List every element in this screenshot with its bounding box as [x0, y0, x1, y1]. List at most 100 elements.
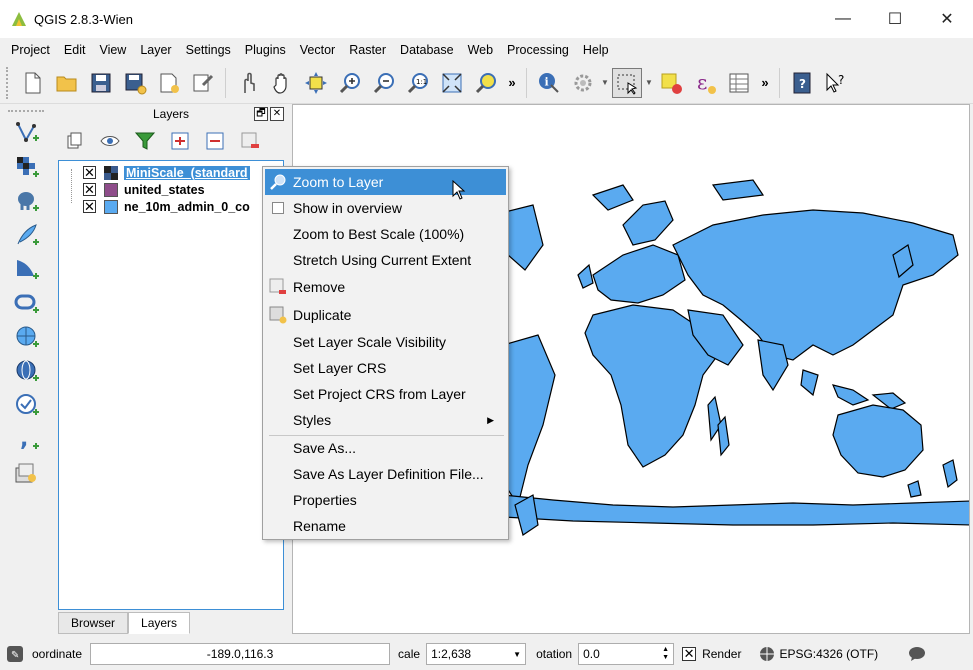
menu-item-zoom-best-scale[interactable]: Zoom to Best Scale (100%)	[265, 221, 506, 247]
layer-row-united-states[interactable]: ✕ united_states	[59, 181, 283, 198]
menu-database[interactable]: Database	[393, 40, 461, 60]
menu-edit[interactable]: Edit	[57, 40, 93, 60]
toolbar-grip[interactable]	[8, 110, 44, 114]
add-postgis-layer-button[interactable]	[12, 186, 42, 216]
add-spatialite-layer-button[interactable]	[12, 220, 42, 250]
add-wms-layer-button[interactable]	[12, 322, 42, 352]
spin-arrows-icon[interactable]: ▲ ▼	[662, 646, 669, 662]
layer-tree[interactable]: ✕ MiniScale_(standard ✕ united_states ✕ …	[58, 160, 284, 610]
composer-manager-icon	[193, 74, 214, 91]
crs-status[interactable]: EPSG:4326 (OTF)	[779, 647, 878, 661]
new-project-button[interactable]	[18, 68, 48, 98]
render-checkbox[interactable]: ✕	[682, 647, 697, 661]
toolbar-more-button[interactable]: »	[503, 75, 521, 90]
toolbar-more-button-2[interactable]: »	[756, 75, 774, 90]
menu-item-stretch-extent[interactable]: Stretch Using Current Extent	[265, 247, 506, 273]
zoom-actual-size-button[interactable]: 1:1	[403, 68, 433, 98]
minimize-button[interactable]: —	[817, 0, 869, 38]
message-log-icon[interactable]	[908, 646, 926, 662]
menu-vector[interactable]: Vector	[293, 40, 342, 60]
pan-to-selection-button[interactable]	[301, 68, 331, 98]
messages-icon[interactable]: ✎	[6, 645, 24, 663]
layer-visibility-checkbox[interactable]: ✕	[83, 166, 96, 179]
menu-layer[interactable]: Layer	[133, 40, 178, 60]
new-layer-button[interactable]	[12, 458, 42, 488]
menu-item-remove[interactable]: Remove	[265, 274, 506, 300]
run-action-button[interactable]	[568, 68, 598, 98]
add-group-button[interactable]	[62, 128, 88, 154]
manage-visibility-button[interactable]	[97, 128, 123, 154]
zoom-out-button[interactable]	[369, 68, 399, 98]
menu-item-properties[interactable]: Properties	[265, 487, 506, 513]
menu-plugins[interactable]: Plugins	[238, 40, 293, 60]
remove-layer-button[interactable]	[237, 128, 263, 154]
menu-item-show-in-overview[interactable]: Show in overview	[265, 195, 506, 221]
layer-context-menu: Zoom to Layer Show in overview Zoom to B…	[262, 166, 509, 540]
zoom-to-selection-button[interactable]	[471, 68, 501, 98]
layer-visibility-checkbox[interactable]: ✕	[83, 200, 96, 213]
menu-item-duplicate[interactable]: Duplicate	[265, 302, 506, 328]
menu-item-scale-visibility[interactable]: Set Layer Scale Visibility	[265, 329, 506, 355]
maximize-button[interactable]: ☐	[869, 0, 921, 38]
menu-item-save-layer-definition[interactable]: Save As Layer Definition File...	[265, 461, 506, 487]
add-oracle-layer-button[interactable]	[12, 288, 42, 318]
menu-raster[interactable]: Raster	[342, 40, 393, 60]
add-mssql-layer-button[interactable]	[12, 254, 42, 284]
menu-item-set-layer-crs[interactable]: Set Layer CRS	[265, 355, 506, 381]
layer-row-ne-admin[interactable]: ✕ ne_10m_admin_0_co	[59, 198, 283, 215]
add-wcs-layer-button[interactable]	[12, 356, 42, 386]
add-wfs-layer-button[interactable]	[12, 390, 42, 420]
zoom-in-button[interactable]	[335, 68, 365, 98]
menu-item-styles[interactable]: Styles ▶	[265, 407, 506, 433]
scale-combobox[interactable]: 1:2,638 ▼	[426, 643, 527, 665]
menu-item-save-as[interactable]: Save As...	[265, 435, 506, 461]
deselect-all-button[interactable]	[656, 68, 686, 98]
toolbar-grip[interactable]	[6, 66, 12, 99]
coordinate-field[interactable]: -189.0,116.3	[90, 643, 391, 665]
save-as-button[interactable]	[120, 68, 150, 98]
whats-this-button[interactable]: ?	[821, 68, 851, 98]
crs-globe-icon[interactable]	[759, 646, 775, 662]
field-calculator-button[interactable]: ε	[690, 68, 720, 98]
attribute-table-button[interactable]	[724, 68, 754, 98]
menu-project[interactable]: Project	[4, 40, 57, 60]
menu-item-label: Zoom to Layer	[293, 174, 384, 190]
save-project-button[interactable]	[86, 68, 116, 98]
float-panel-button[interactable]: 🗗	[254, 107, 268, 121]
help-contents-button[interactable]: ?	[787, 68, 817, 98]
layer-row-miniscale[interactable]: ✕ MiniScale_(standard	[59, 164, 283, 181]
select-features-button[interactable]	[612, 67, 642, 98]
identify-features-button[interactable]: i	[534, 68, 564, 98]
tab-layers[interactable]: Layers	[128, 612, 191, 634]
menu-item-zoom-to-layer[interactable]: Zoom to Layer	[265, 169, 506, 195]
touch-zoom-button[interactable]	[233, 68, 263, 98]
close-window-button[interactable]: ✕	[921, 0, 973, 38]
close-panel-button[interactable]: ✕	[270, 107, 284, 121]
zoom-out-icon	[373, 72, 394, 93]
menu-item-project-crs-from-layer[interactable]: Set Project CRS from Layer	[265, 381, 506, 407]
run-action-dropdown[interactable]: ▼	[600, 68, 610, 98]
menu-settings[interactable]: Settings	[179, 40, 238, 60]
zoom-full-button[interactable]	[437, 68, 467, 98]
collapse-all-button[interactable]	[202, 128, 228, 154]
open-project-button[interactable]	[52, 68, 82, 98]
pan-map-button[interactable]	[267, 68, 297, 98]
tab-browser[interactable]: Browser	[58, 612, 129, 634]
menu-processing[interactable]: Processing	[500, 40, 576, 60]
add-vector-layer-button[interactable]	[12, 118, 42, 148]
filter-legend-button[interactable]	[132, 128, 158, 154]
composer-manager-button[interactable]	[188, 68, 218, 98]
add-delimited-text-layer-button[interactable]: ,	[12, 424, 42, 454]
new-print-composer-button[interactable]	[154, 68, 184, 98]
select-features-dropdown[interactable]: ▼	[644, 68, 654, 98]
menu-help[interactable]: Help	[576, 40, 616, 60]
rotation-spinbox[interactable]: 0.0 ▲ ▼	[578, 643, 675, 665]
expand-all-button[interactable]	[167, 128, 193, 154]
add-raster-layer-button[interactable]	[12, 152, 42, 182]
menu-web[interactable]: Web	[461, 40, 500, 60]
menu-item-rename[interactable]: Rename	[265, 513, 506, 539]
overview-checkbox[interactable]	[267, 197, 289, 219]
layer-visibility-checkbox[interactable]: ✕	[83, 183, 96, 196]
menu-view[interactable]: View	[92, 40, 133, 60]
menu-item-label: Save As...	[293, 440, 357, 456]
